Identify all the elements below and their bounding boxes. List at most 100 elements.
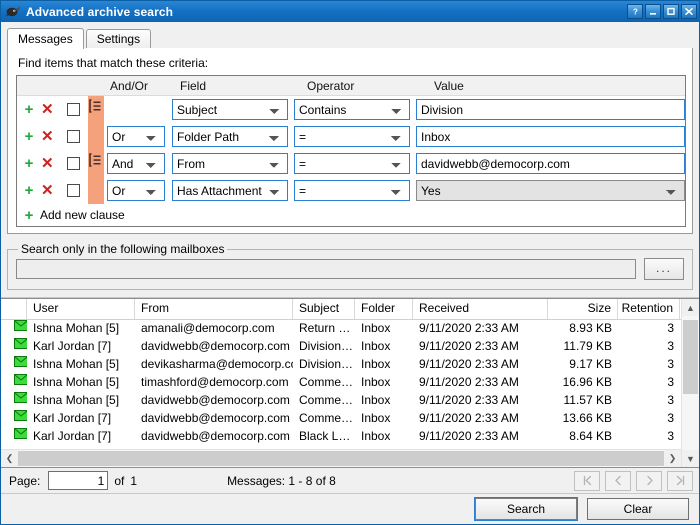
row-checkbox[interactable] xyxy=(67,157,80,170)
tab-strip: Messages Settings xyxy=(1,22,699,48)
hscroll-thumb[interactable] xyxy=(18,451,664,466)
scroll-down-icon[interactable]: ▼ xyxy=(682,450,699,467)
x-icon[interactable]: ✕ xyxy=(41,183,53,198)
x-icon[interactable]: ✕ xyxy=(41,102,53,117)
results-header-icon-column xyxy=(1,299,27,319)
scroll-up-icon[interactable]: ▲ xyxy=(682,299,699,316)
cell-from: davidwebb@democorp.com xyxy=(135,338,293,356)
andor-select[interactable]: Or xyxy=(107,180,165,201)
cell-received: 9/11/2020 2:33 AM xyxy=(413,320,548,338)
cell-user: Karl Jordan [7] xyxy=(27,428,135,446)
criteria-panel: Find items that match these criteria: An… xyxy=(7,47,693,234)
value-input[interactable] xyxy=(416,153,685,174)
group-bracket-icon xyxy=(89,153,103,167)
cell-subject: Comme… xyxy=(293,410,355,428)
value-select[interactable]: Yes xyxy=(416,180,685,201)
cell-folder: Inbox xyxy=(355,338,413,356)
tab-messages-label: Messages xyxy=(18,32,73,46)
results-horizontal-scrollbar[interactable]: ❮ ❯ xyxy=(1,449,681,467)
first-page-button[interactable] xyxy=(574,471,600,491)
clear-button[interactable]: Clear xyxy=(587,498,689,520)
results-header-folder[interactable]: Folder xyxy=(355,299,413,319)
operator-select[interactable]: = xyxy=(294,180,410,201)
x-icon[interactable]: ✕ xyxy=(41,129,53,144)
row-checkbox[interactable] xyxy=(67,130,80,143)
scroll-left-icon[interactable]: ❮ xyxy=(1,450,18,467)
browse-mailboxes-button[interactable]: ... xyxy=(644,258,684,280)
minimize-button[interactable] xyxy=(645,4,661,19)
plus-icon[interactable]: + xyxy=(23,156,35,171)
plus-icon[interactable]: + xyxy=(23,183,35,198)
search-button[interactable]: Search xyxy=(475,498,577,520)
close-button[interactable] xyxy=(681,4,697,19)
table-row[interactable]: Ishna Mohan [5] davidwebb@democorp.com C… xyxy=(1,392,681,410)
andor-select[interactable]: And xyxy=(107,153,165,174)
results-header-subject[interactable]: Subject xyxy=(293,299,355,319)
cell-retention: 3 xyxy=(618,374,680,392)
cell-retention: 3 xyxy=(618,428,680,446)
next-page-button[interactable] xyxy=(636,471,662,491)
header-andor: And/Or xyxy=(105,79,175,93)
mailboxes-input[interactable] xyxy=(16,259,636,279)
cell-retention: 3 xyxy=(618,320,680,338)
plus-icon[interactable]: + xyxy=(23,102,35,117)
table-row[interactable]: Karl Jordan [7] davidwebb@democorp.com B… xyxy=(1,428,681,446)
page-number-input[interactable] xyxy=(48,471,108,490)
header-operator: Operator xyxy=(302,79,429,93)
operator-select[interactable]: Contains xyxy=(294,99,410,120)
results-vertical-scrollbar[interactable]: ▲ ▼ xyxy=(681,299,699,467)
pager-nav-buttons xyxy=(574,471,693,491)
add-new-clause-row[interactable]: + Add new clause xyxy=(17,204,685,226)
hscroll-track[interactable] xyxy=(18,450,664,467)
row-checkbox[interactable] xyxy=(67,103,80,116)
field-select[interactable]: Subject xyxy=(172,99,288,120)
help-button[interactable]: ? xyxy=(627,4,643,19)
vscroll-thumb[interactable] xyxy=(683,320,698,394)
results-header-from[interactable]: From xyxy=(135,299,293,319)
plus-icon[interactable]: + xyxy=(23,208,35,223)
last-page-button[interactable] xyxy=(667,471,693,491)
results-header-received[interactable]: Received xyxy=(413,299,548,319)
envelope-icon xyxy=(14,392,27,403)
page-total: 1 xyxy=(130,474,137,488)
cell-size: 16.96 KB xyxy=(548,374,618,392)
andor-select[interactable]: Or xyxy=(107,126,165,147)
table-row[interactable]: Ishna Mohan [5] amanali@democorp.com Ret… xyxy=(1,320,681,338)
cell-subject: Division… xyxy=(293,356,355,374)
cell-received: 9/11/2020 2:33 AM xyxy=(413,410,548,428)
operator-select[interactable]: = xyxy=(294,153,410,174)
scroll-right-icon[interactable]: ❯ xyxy=(664,450,681,467)
cell-user: Karl Jordan [7] xyxy=(27,338,135,356)
table-row[interactable]: Ishna Mohan [5] timashford@democorp.com … xyxy=(1,374,681,392)
value-input[interactable] xyxy=(416,126,685,147)
value-input[interactable] xyxy=(416,99,685,120)
cell-size: 11.57 KB xyxy=(548,392,618,410)
criteria-grid: And/Or Field Operator Value + ✕ xyxy=(16,75,686,227)
maximize-button[interactable] xyxy=(663,4,679,19)
cell-folder: Inbox xyxy=(355,356,413,374)
x-icon[interactable]: ✕ xyxy=(41,156,53,171)
tab-settings-label: Settings xyxy=(97,32,140,46)
envelope-icon xyxy=(14,428,27,439)
window-title: Advanced archive search xyxy=(26,5,173,19)
field-select[interactable]: From xyxy=(172,153,288,174)
criteria-instruction: Find items that match these criteria: xyxy=(18,56,686,70)
table-row[interactable]: Karl Jordan [7] davidwebb@democorp.com C… xyxy=(1,410,681,428)
plus-icon[interactable]: + xyxy=(23,129,35,144)
row-checkbox[interactable] xyxy=(67,184,80,197)
results-header-size[interactable]: Size xyxy=(548,299,618,319)
criteria-grid-header: And/Or Field Operator Value xyxy=(17,76,685,96)
previous-page-button[interactable] xyxy=(605,471,631,491)
table-row[interactable]: Ishna Mohan [5] devikasharma@democorp.co… xyxy=(1,356,681,374)
table-row[interactable]: Karl Jordan [7] davidwebb@democorp.com D… xyxy=(1,338,681,356)
results-header-retention[interactable]: Retention xyxy=(618,299,680,319)
field-select[interactable]: Has Attachment xyxy=(172,180,288,201)
tab-settings[interactable]: Settings xyxy=(86,29,151,48)
results-header-user[interactable]: User xyxy=(27,299,135,319)
tab-messages[interactable]: Messages xyxy=(7,28,84,49)
cell-folder: Inbox xyxy=(355,392,413,410)
cell-from: davidwebb@democorp.com xyxy=(135,410,293,428)
field-select[interactable]: Folder Path xyxy=(172,126,288,147)
operator-select[interactable]: = xyxy=(294,126,410,147)
vscroll-track[interactable] xyxy=(682,316,699,450)
